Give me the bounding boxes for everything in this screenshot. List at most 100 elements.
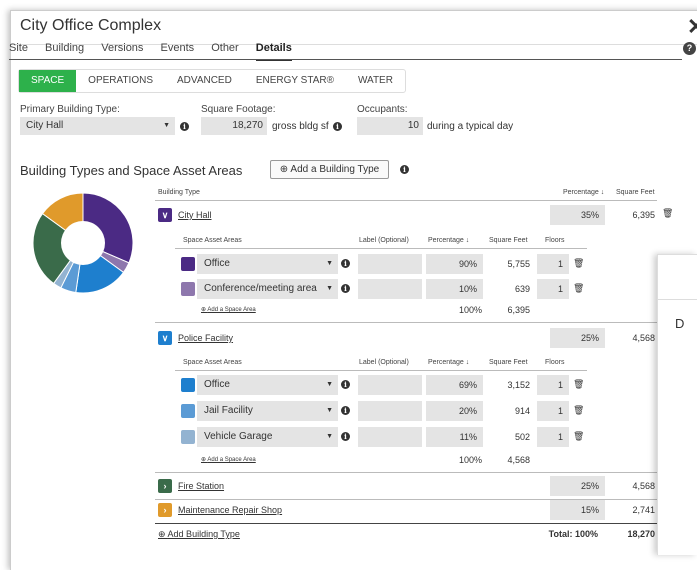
sub-tabs: SPACE OPERATIONS ADVANCED ENERGY STAR® W… — [18, 69, 406, 93]
info-icon[interactable]: i — [341, 432, 350, 441]
label-input[interactable] — [358, 401, 422, 421]
building-sqft: 6,395 — [632, 210, 655, 220]
building-pct: 35% — [550, 205, 605, 225]
header-floors: Floors — [545, 359, 565, 366]
space-area-select[interactable]: Vehicle Garage ▼ — [197, 427, 338, 447]
area-pct-input[interactable]: 11% — [426, 427, 483, 447]
info-icon[interactable]: i — [341, 380, 350, 389]
expand-chevron-icon[interactable]: › — [158, 479, 172, 493]
tab-events[interactable]: Events — [161, 42, 195, 59]
space-area-name: Vehicle Garage — [204, 431, 273, 442]
info-icon[interactable]: i — [341, 406, 350, 415]
subtab-advanced[interactable]: ADVANCED — [165, 70, 244, 92]
collapse-chevron-icon[interactable]: ∨ — [158, 331, 172, 345]
sqft-unit: gross bldg sf — [272, 121, 329, 132]
add-space-area-link[interactable]: ⊕ Add a Space Area — [201, 456, 256, 463]
space-area-name: Jail Facility — [204, 405, 253, 416]
label-input[interactable] — [358, 254, 422, 274]
space-area-select[interactable]: Jail Facility ▼ — [197, 401, 338, 421]
floors-input[interactable]: 1 — [537, 427, 569, 447]
primary-type-value: City Hall — [26, 120, 64, 131]
subtab-operations[interactable]: OPERATIONS — [76, 70, 165, 92]
header-label-optional: Label (Optional) — [359, 237, 409, 244]
info-icon[interactable]: i — [180, 122, 189, 131]
expand-chevron-icon[interactable]: › — [158, 503, 172, 517]
floors-input[interactable]: 1 — [537, 254, 569, 274]
row-divider — [155, 322, 657, 323]
area-sqft: 3,152 — [507, 380, 530, 390]
main-tabs: Site Building Versions Events Other Deta… — [9, 42, 306, 61]
space-area-name: Conference/meeting area — [204, 283, 317, 294]
color-swatch — [181, 378, 195, 392]
building-pct: 25% — [550, 476, 605, 496]
space-area-select[interactable]: Office ▼ — [197, 254, 338, 274]
close-icon[interactable]: ✕ — [687, 14, 697, 40]
occupants-input[interactable]: 10 — [357, 117, 423, 135]
sqft-input[interactable]: 18,270 — [201, 117, 267, 135]
donut-hole — [61, 221, 105, 265]
side-panel: D — [657, 254, 697, 555]
label-input[interactable] — [358, 375, 422, 395]
primary-type-select[interactable]: City Hall ▼ — [20, 117, 175, 135]
subtab-energy-star[interactable]: ENERGY STAR® — [244, 70, 346, 92]
trash-icon[interactable]: 🗑 — [573, 431, 584, 442]
label-input[interactable] — [358, 427, 422, 447]
add-space-area-link[interactable]: ⊕ Add a Space Area — [201, 306, 256, 313]
info-icon[interactable]: i — [400, 165, 409, 174]
area-pct-input[interactable]: 10% — [426, 279, 483, 299]
header-area-percentage[interactable]: Percentage ↓ — [428, 237, 469, 244]
chevron-down-icon: ▼ — [163, 122, 170, 129]
header-percentage[interactable]: Percentage ↓ — [563, 189, 604, 196]
info-icon[interactable]: i — [341, 284, 350, 293]
building-name-city-hall[interactable]: City Hall — [178, 210, 212, 220]
header-divider — [155, 200, 657, 201]
tab-other[interactable]: Other — [211, 42, 239, 59]
help-icon[interactable]: ? — [683, 42, 696, 55]
add-building-type-button[interactable]: ⊕ Add a Building Type — [270, 160, 389, 179]
chevron-down-icon: ▼ — [326, 407, 333, 414]
trash-icon[interactable]: 🗑 — [573, 405, 584, 416]
tab-divider — [9, 59, 682, 60]
trash-icon[interactable]: 🗑 — [573, 283, 584, 294]
building-name-police-facility[interactable]: Police Facility — [178, 333, 233, 343]
area-total-pct: 100% — [458, 305, 482, 315]
subtab-water[interactable]: WATER — [346, 70, 405, 92]
area-sqft: 914 — [514, 406, 530, 416]
add-building-type-link[interactable]: ⊕ Add Building Type — [158, 529, 240, 540]
header-area-square-feet: Square Feet — [489, 359, 528, 366]
primary-type-label: Primary Building Type: — [20, 104, 120, 115]
label-input[interactable] — [358, 279, 422, 299]
tab-building[interactable]: Building — [45, 42, 84, 59]
area-pct-input[interactable]: 90% — [426, 254, 483, 274]
add-building-type-link-label: Add Building Type — [167, 529, 240, 539]
floors-input[interactable]: 1 — [537, 279, 569, 299]
trash-icon[interactable]: 🗑 — [573, 258, 584, 269]
info-icon[interactable]: i — [341, 259, 350, 268]
building-name-fire-station[interactable]: Fire Station — [178, 481, 224, 491]
collapse-chevron-icon[interactable]: ∨ — [158, 208, 172, 222]
area-total-sqft: 4,568 — [507, 455, 530, 465]
info-icon[interactable]: i — [333, 122, 342, 131]
subtab-space[interactable]: SPACE — [19, 70, 77, 92]
floors-input[interactable]: 1 — [537, 375, 569, 395]
header-floors: Floors — [545, 237, 565, 244]
trash-icon[interactable]: 🗑 — [662, 208, 673, 219]
header-area-percentage[interactable]: Percentage ↓ — [428, 359, 469, 366]
window-title: City Office Complex — [20, 17, 162, 34]
add-building-type-label: Add a Building Type — [290, 164, 380, 175]
building-sqft: 2,741 — [632, 505, 655, 515]
tab-versions[interactable]: Versions — [101, 42, 143, 59]
subheader-divider — [175, 248, 587, 249]
sqft-label: Square Footage: — [201, 104, 276, 115]
tab-site[interactable]: Site — [9, 42, 28, 59]
space-area-select[interactable]: Office ▼ — [197, 375, 338, 395]
building-name-maintenance-repair-shop[interactable]: Maintenance Repair Shop — [178, 505, 282, 515]
trash-icon[interactable]: 🗑 — [573, 379, 584, 390]
area-pct-input[interactable]: 69% — [426, 375, 483, 395]
floors-input[interactable]: 1 — [537, 401, 569, 421]
chevron-down-icon: ▼ — [326, 381, 333, 388]
area-pct-input[interactable]: 20% — [426, 401, 483, 421]
chevron-down-icon: ▼ — [326, 433, 333, 440]
space-area-select[interactable]: Conference/meeting area ▼ — [197, 279, 338, 299]
building-pct: 15% — [550, 500, 605, 520]
